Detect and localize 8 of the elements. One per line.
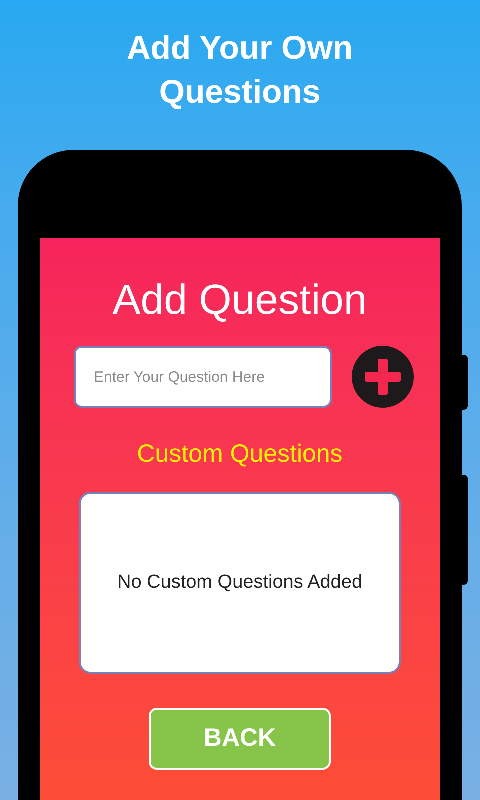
screen-title: Add Question [112,275,368,325]
headline: Add Your Own Questions [126,28,354,112]
question-field[interactable]: Enter Your Question Here [74,346,332,408]
empty-message: No Custom Questions Added [117,570,363,595]
add-button[interactable] [352,346,414,408]
back-button[interactable]: BACK [149,708,331,770]
section-title: Custom Questions [137,439,343,470]
plus-icon [352,346,414,408]
